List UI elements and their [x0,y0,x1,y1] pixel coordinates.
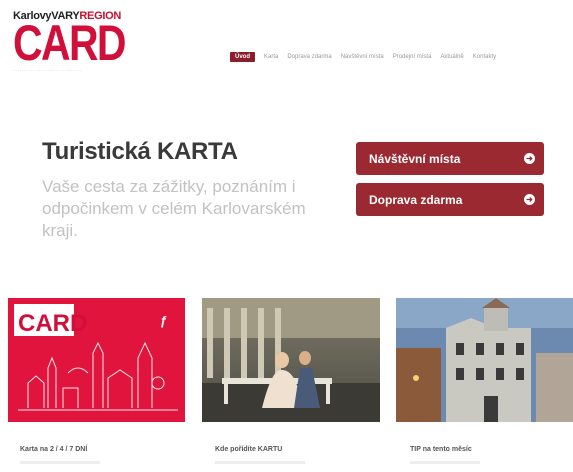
transport-button-label: Doprava zdarma [369,192,463,207]
nav-item-news[interactable]: Aktuálně [440,54,463,60]
arrow-right-icon: ➜ [524,153,535,164]
card-3-caption[interactable]: TIP na tento měsíc [410,446,472,453]
couple-photo [202,298,380,422]
where-to-buy-image[interactable] [202,298,380,422]
nav-item-contacts[interactable]: Kontakty [473,54,496,60]
hero-subtitle: Vaše cesta za zážitky, poznáním i odpoči… [42,177,306,240]
main-nav: Úvod Karta Doprava zdarma Návštěvní míst… [230,52,496,62]
card-image-tile[interactable]: CARD ƒ [8,298,185,422]
card-2-caption[interactable]: Kde pořídíte KARTU [215,446,282,453]
caption-placeholder [410,461,480,464]
logo-card-text: CARD [13,15,127,71]
building-photo [396,298,573,422]
caption-placeholder [20,461,100,464]
card-image-text: CARD [18,310,87,337]
places-button-label: Návštěvní místa [369,151,461,166]
card-1-caption[interactable]: Karta na 2 / 4 / 7 DNÍ [20,446,87,453]
transport-button[interactable]: Doprava zdarma ➜ [356,183,544,216]
places-button[interactable]: Návštěvní místa ➜ [356,142,544,175]
tip-of-month-image[interactable] [396,298,573,422]
nav-item-home[interactable]: Úvod [230,52,255,62]
arrow-right-icon: ➜ [524,194,535,205]
nav-item-sales[interactable]: Prodejní místa [393,54,432,60]
nav-item-places[interactable]: Návštěvní místa [341,54,384,60]
site-logo[interactable]: KarlovyVARYREGION CARD ·········· ······… [13,10,127,80]
hero-title: Turistická KARTA [42,138,238,165]
nav-item-card[interactable]: Karta [264,54,278,60]
card-illustration: CARD ƒ [8,298,185,422]
caption-placeholder [215,461,305,464]
svg-text:ƒ: ƒ [160,313,167,328]
nav-item-transport[interactable]: Doprava zdarma [287,54,331,60]
